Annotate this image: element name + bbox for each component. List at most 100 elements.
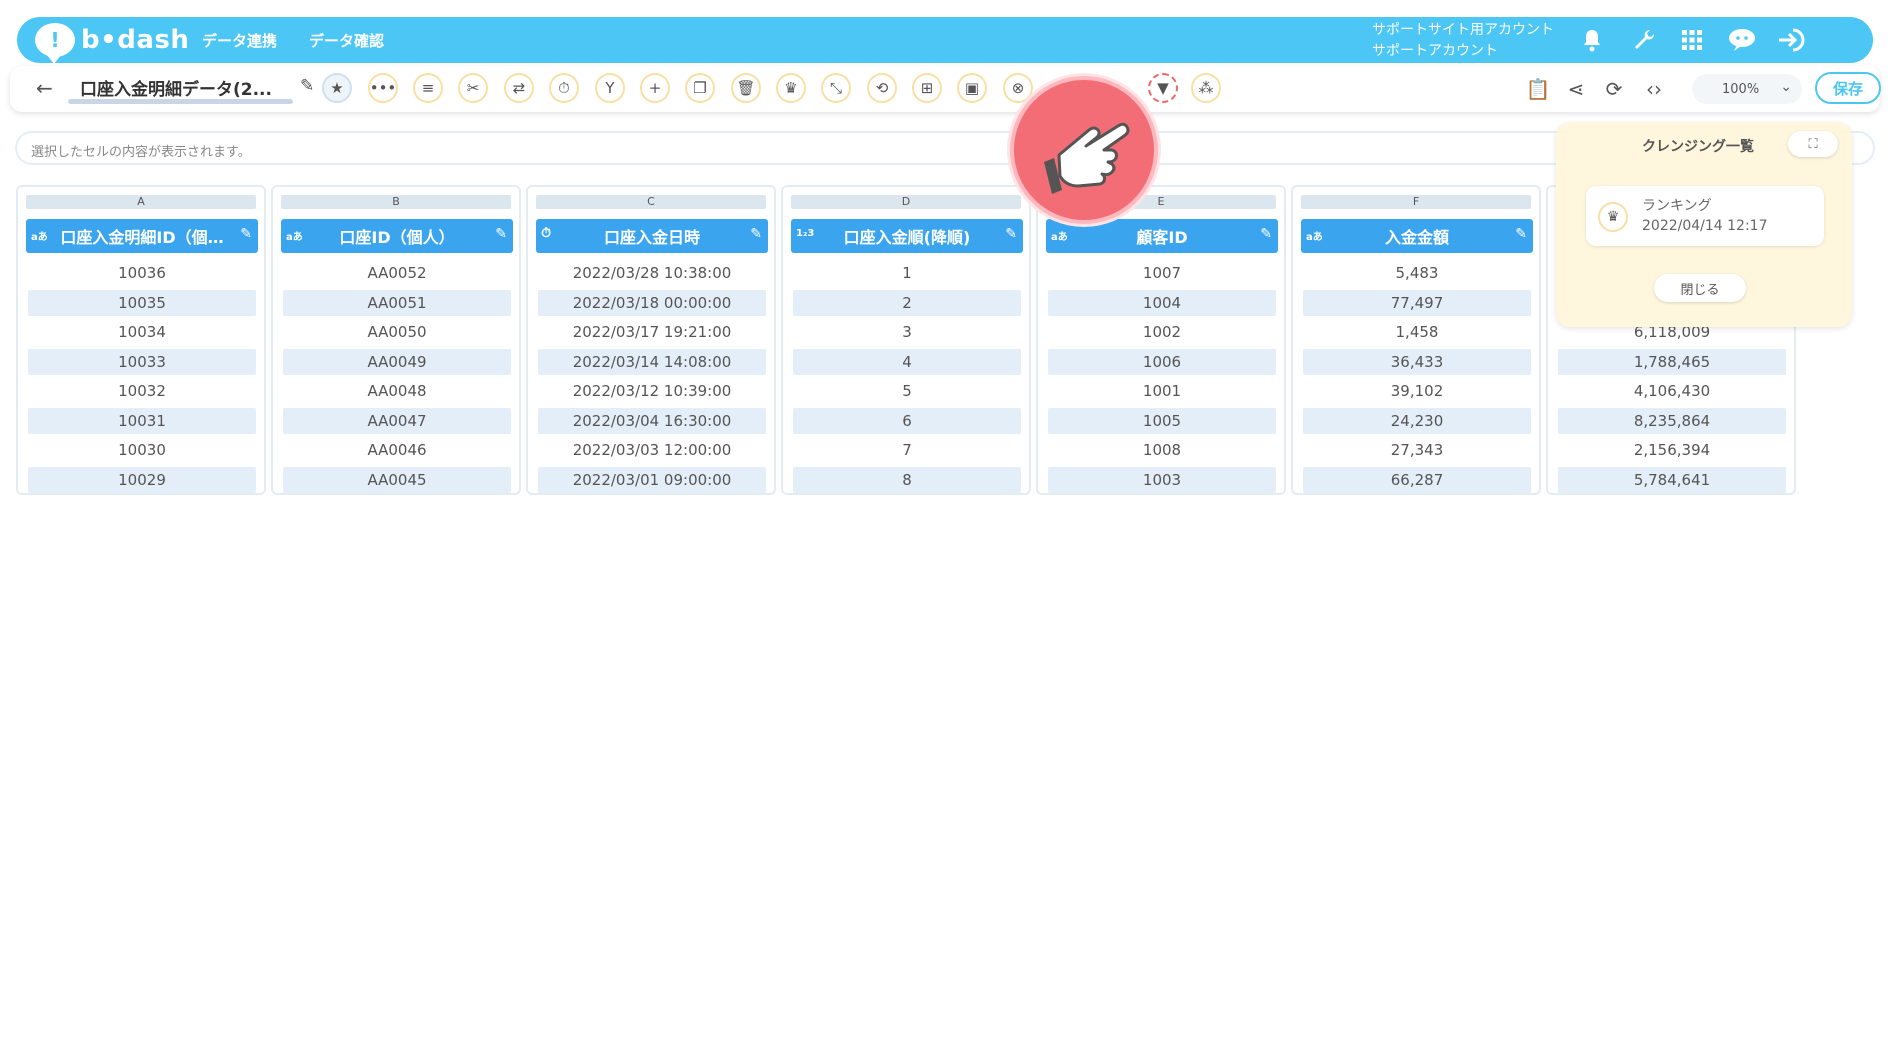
document-title[interactable]: 口座入金明細データ(2... bbox=[80, 75, 272, 100]
cell[interactable]: 36,433 bbox=[1303, 348, 1531, 375]
edit-column-icon[interactable]: ✎ bbox=[495, 226, 507, 242]
cell[interactable]: 1001 bbox=[1048, 378, 1276, 404]
cell[interactable]: 1003 bbox=[1048, 466, 1276, 493]
cell[interactable]: 2022/03/04 16:30:00 bbox=[538, 407, 766, 434]
star-icon[interactable]: ★ bbox=[322, 73, 352, 103]
edit-column-icon[interactable]: ✎ bbox=[1260, 226, 1272, 242]
merge-icon[interactable]: ⇄ bbox=[504, 73, 534, 103]
back-arrow-icon[interactable]: ← bbox=[36, 76, 53, 100]
trash-icon[interactable]: 🗑 bbox=[731, 73, 761, 103]
cell[interactable]: 2022/03/01 09:00:00 bbox=[538, 466, 766, 493]
cell[interactable]: 1 bbox=[793, 260, 1021, 286]
cell[interactable]: 10031 bbox=[28, 407, 256, 434]
cell[interactable]: 4,106,430 bbox=[1558, 378, 1786, 404]
cell[interactable]: 2022/03/14 14:08:00 bbox=[538, 348, 766, 375]
cell[interactable]: AA0046 bbox=[283, 437, 511, 463]
cell[interactable]: 10029 bbox=[28, 466, 256, 493]
cell[interactable]: 8,235,864 bbox=[1558, 407, 1786, 434]
cell[interactable]: 27,343 bbox=[1303, 437, 1531, 463]
column-letter[interactable]: C bbox=[536, 195, 766, 209]
cell[interactable]: 24,230 bbox=[1303, 407, 1531, 434]
branch-icon[interactable]: Y bbox=[595, 73, 625, 103]
cell[interactable]: 4 bbox=[793, 348, 1021, 375]
cell[interactable]: AA0051 bbox=[283, 289, 511, 316]
add-icon[interactable]: + bbox=[640, 73, 670, 103]
cell[interactable]: 3 bbox=[793, 319, 1021, 345]
column-header[interactable]: aあ 入金金額 ✎ bbox=[1301, 219, 1533, 253]
box-icon[interactable]: ▣ bbox=[957, 73, 987, 103]
cell[interactable]: AA0047 bbox=[283, 407, 511, 434]
cell[interactable]: 2022/03/12 10:39:00 bbox=[538, 378, 766, 404]
cell[interactable]: 10032 bbox=[28, 378, 256, 404]
grid-settings-icon[interactable]: ⁂ bbox=[1191, 73, 1221, 103]
expand-icon[interactable]: ⛶ bbox=[1788, 131, 1838, 157]
chat-support-icon[interactable] bbox=[1727, 25, 1757, 55]
close-circle-icon[interactable]: ⊗ bbox=[1003, 73, 1033, 103]
bdash-logo[interactable]: ! b•dash bbox=[35, 23, 189, 64]
compress-icon[interactable]: ⤡ bbox=[821, 73, 851, 103]
edit-column-icon[interactable]: ✎ bbox=[1515, 226, 1527, 242]
save-button[interactable]: 保存 bbox=[1815, 72, 1881, 104]
clipboard-icon[interactable]: 📋 bbox=[1524, 75, 1552, 103]
crown-icon[interactable]: ♛ bbox=[776, 73, 806, 103]
cell[interactable]: 1006 bbox=[1048, 348, 1276, 375]
cell[interactable]: AA0052 bbox=[283, 260, 511, 286]
edit-column-icon[interactable]: ✎ bbox=[240, 226, 252, 242]
logout-icon[interactable] bbox=[1777, 25, 1807, 55]
wrench-icon[interactable] bbox=[1629, 25, 1659, 55]
share-icon[interactable]: ⋖ bbox=[1562, 75, 1590, 103]
column-header[interactable]: aあ 顧客ID ✎ bbox=[1046, 219, 1278, 253]
cell[interactable]: 1004 bbox=[1048, 289, 1276, 316]
cleansing-item[interactable]: ♛ ランキング 2022/04/14 12:17 bbox=[1586, 186, 1824, 246]
edit-title-pencil-icon[interactable]: ✎ bbox=[300, 76, 314, 96]
cell[interactable]: 10035 bbox=[28, 289, 256, 316]
cell[interactable]: 5 bbox=[793, 378, 1021, 404]
cell[interactable]: 1005 bbox=[1048, 407, 1276, 434]
cell[interactable]: 7 bbox=[793, 437, 1021, 463]
cell[interactable]: 1008 bbox=[1048, 437, 1276, 463]
cell[interactable]: 10030 bbox=[28, 437, 256, 463]
filter-icon[interactable]: ▼ bbox=[1148, 73, 1178, 103]
column-header[interactable]: aあ 口座入金明細ID（個… ✎ bbox=[26, 219, 258, 253]
cell[interactable]: AA0050 bbox=[283, 319, 511, 345]
cell[interactable]: 5,483 bbox=[1303, 260, 1531, 286]
refresh-file-icon[interactable]: ⟳ bbox=[1600, 75, 1628, 103]
repeat-icon[interactable]: ⟲ bbox=[867, 73, 897, 103]
cell[interactable]: AA0048 bbox=[283, 378, 511, 404]
cell[interactable]: 39,102 bbox=[1303, 378, 1531, 404]
cell[interactable]: 2022/03/17 19:21:00 bbox=[538, 319, 766, 345]
bell-icon[interactable] bbox=[1577, 25, 1607, 55]
timer-icon[interactable]: ⏱ bbox=[549, 73, 579, 103]
apps-grid-icon[interactable] bbox=[1677, 25, 1707, 55]
copy-icon[interactable]: ❐ bbox=[685, 73, 715, 103]
cell[interactable]: 5,784,641 bbox=[1558, 466, 1786, 493]
cell[interactable]: 10034 bbox=[28, 319, 256, 345]
cell[interactable]: 10033 bbox=[28, 348, 256, 375]
cell[interactable]: 2022/03/28 10:38:00 bbox=[538, 260, 766, 286]
column-header[interactable]: ⏱ 口座入金日時 ✎ bbox=[536, 219, 768, 253]
cell[interactable]: 2 bbox=[793, 289, 1021, 316]
cell[interactable]: AA0045 bbox=[283, 466, 511, 493]
cell[interactable]: 1007 bbox=[1048, 260, 1276, 286]
cell[interactable]: 1,458 bbox=[1303, 319, 1531, 345]
split-tool-icon[interactable]: ✂ bbox=[458, 73, 488, 103]
cell[interactable]: 8 bbox=[793, 466, 1021, 493]
column-letter[interactable]: A bbox=[26, 195, 256, 209]
edit-column-icon[interactable]: ✎ bbox=[750, 226, 762, 242]
column-letter[interactable]: B bbox=[281, 195, 511, 209]
more-dots-icon[interactable]: ••• bbox=[368, 73, 398, 103]
cell[interactable]: 10036 bbox=[28, 260, 256, 286]
nav-data-integration[interactable]: データ連携 bbox=[202, 30, 277, 51]
column-letter[interactable]: D bbox=[791, 195, 1021, 209]
lock-chart-icon[interactable]: ⊞ bbox=[912, 73, 942, 103]
cell[interactable]: AA0049 bbox=[283, 348, 511, 375]
column-header[interactable]: aあ 口座ID（個人） ✎ bbox=[281, 219, 513, 253]
account-info[interactable]: サポートサイト用アカウント サポートアカウント bbox=[1372, 20, 1554, 62]
cell[interactable]: 6 bbox=[793, 407, 1021, 434]
cell[interactable]: 66,287 bbox=[1303, 466, 1531, 493]
edit-column-icon[interactable]: ✎ bbox=[1005, 226, 1017, 242]
cell[interactable]: 77,497 bbox=[1303, 289, 1531, 316]
cell[interactable]: 1,788,465 bbox=[1558, 348, 1786, 375]
zoom-select[interactable]: 100% ⌄ bbox=[1692, 74, 1802, 104]
cell[interactable]: 2022/03/18 00:00:00 bbox=[538, 289, 766, 316]
